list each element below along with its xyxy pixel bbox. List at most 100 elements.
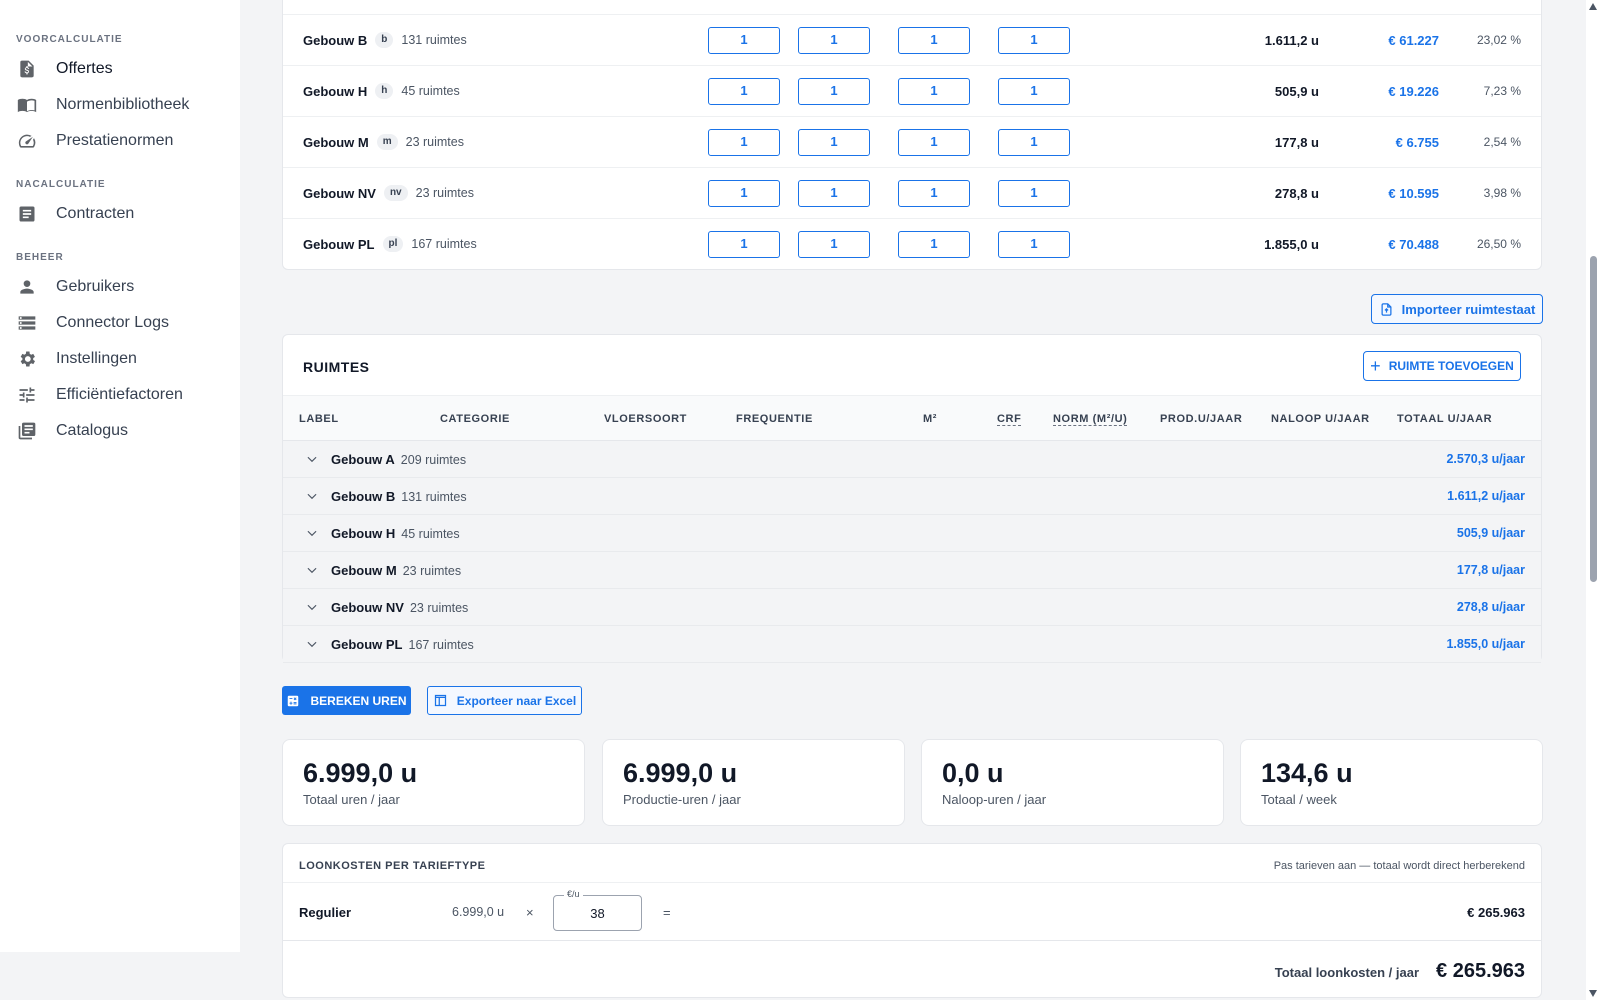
factor-input[interactable]: 1 <box>998 27 1070 54</box>
factor-input[interactable]: 1 <box>898 231 970 258</box>
add-room-label: RUIMTE TOEVOEGEN <box>1388 359 1514 373</box>
building-group-row[interactable]: Gebouw A 209 ruimtes 2.570,3 u/jaar <box>283 441 1541 478</box>
calculate-hours-button[interactable]: BEREKEN UREN <box>282 686 411 715</box>
building-code-badge: m <box>376 134 398 150</box>
column-header-norm[interactable]: NORM (M²/U) <box>1053 413 1128 426</box>
factor-input[interactable]: 1 <box>798 180 870 207</box>
building-percentage: 7,23 % <box>1483 84 1521 98</box>
building-hours: 505,9 u <box>1274 83 1319 99</box>
sidebar-item-catalogus[interactable]: Catalogus <box>0 413 240 449</box>
column-header-label[interactable]: LABEL <box>299 413 339 425</box>
building-hours: 278,8 u <box>1274 185 1319 201</box>
sidebar-item-label: Prestatienormen <box>56 132 174 149</box>
rate-subtotal: € 265.963 <box>1467 905 1525 920</box>
column-header-floor-type[interactable]: VLOERSOORT <box>604 413 687 425</box>
group-total: 177,8 u/jaar <box>1456 563 1525 577</box>
hourly-rate-input[interactable] <box>554 896 641 930</box>
export-excel-button[interactable]: Exporteer naar Excel <box>427 686 582 715</box>
plus-icon: + <box>1370 356 1381 376</box>
chevron-down-icon[interactable] <box>305 526 319 540</box>
building-name: Gebouw Hh 45 ruimtes <box>303 83 460 99</box>
factor-input[interactable]: 1 <box>998 180 1070 207</box>
column-header-category[interactable]: CATEGORIE <box>440 413 510 425</box>
building-code-badge: b <box>375 32 394 48</box>
rooms-card: RUIMTES + RUIMTE TOEVOEGEN LABEL CATEGOR… <box>282 334 1542 663</box>
building-allocation-table: Gebouw Bb 131 ruimtes 1 1 1 1 1.611,2 u €… <box>282 0 1542 270</box>
group-total: 505,9 u/jaar <box>1456 526 1525 540</box>
column-header-follow-up[interactable]: NALOOP U/JAAR <box>1271 413 1370 425</box>
wage-costs-note: Pas tarieven aan — totaal wordt direct h… <box>1273 860 1525 872</box>
hourly-rate-field[interactable]: €/u <box>553 889 642 931</box>
stat-value: 0,0 u <box>942 758 1004 788</box>
factor-input[interactable]: 1 <box>898 180 970 207</box>
column-header-production[interactable]: PROD.U/JAAR <box>1160 413 1242 425</box>
import-room-sheet-button[interactable]: Importeer ruimtestaat <box>1371 294 1543 324</box>
sidebar-item-gebruikers[interactable]: Gebruikers <box>0 269 240 305</box>
building-name: Gebouw PL pl 167 ruimtes <box>303 236 477 252</box>
multiply-sign: × <box>526 905 534 920</box>
group-total: 2.570,3 u/jaar <box>1446 452 1525 466</box>
chevron-down-icon[interactable] <box>305 563 319 577</box>
scroll-down-arrow-icon[interactable] <box>1589 990 1597 997</box>
sidebar-item-normenbibliotheek[interactable]: Normenbibliotheek <box>0 87 240 123</box>
building-cost: € 19.226 <box>1388 83 1439 99</box>
chevron-down-icon[interactable] <box>305 489 319 503</box>
chevron-down-icon[interactable] <box>305 452 319 466</box>
building-hours: 1.855,0 u <box>1264 236 1319 252</box>
rooms-title: RUIMTES <box>303 359 370 375</box>
sidebar-item-connector-logs[interactable]: Connector Logs <box>0 305 240 341</box>
factor-input[interactable]: 1 <box>998 231 1070 258</box>
section-title: VOORCALCULATIE <box>16 34 123 45</box>
factor-input[interactable]: 1 <box>798 231 870 258</box>
scroll-thumb[interactable] <box>1590 256 1597 582</box>
building-group-row[interactable]: Gebouw M 23 ruimtes 177,8 u/jaar <box>283 552 1541 589</box>
table-row: Gebouw Mm 23 ruimtes 1 1 1 1 177,8 u € 6.… <box>283 116 1541 167</box>
factor-input[interactable]: 1 <box>798 78 870 105</box>
factor-input[interactable]: 1 <box>708 180 780 207</box>
factor-input[interactable]: 1 <box>898 129 970 156</box>
stat-label: Naloop-uren / jaar <box>942 792 1047 807</box>
column-header-total[interactable]: TOTAAL U/JAAR <box>1397 413 1492 425</box>
factor-input[interactable]: 1 <box>998 78 1070 105</box>
factor-input[interactable]: 1 <box>708 27 780 54</box>
calculate-hours-label: BEREKEN UREN <box>310 693 407 708</box>
section-title: NACALCULATIE <box>16 179 106 190</box>
building-group-row[interactable]: Gebouw H 45 ruimtes 505,9 u/jaar <box>283 515 1541 552</box>
building-percentage: 26,50 % <box>1476 237 1521 251</box>
sidebar-item-instellingen[interactable]: Instellingen <box>0 341 240 377</box>
building-group-row[interactable]: Gebouw NV 23 ruimtes 278,8 u/jaar <box>283 589 1541 626</box>
factor-input[interactable]: 1 <box>798 129 870 156</box>
building-group-row[interactable]: Gebouw PL 167 ruimtes 1.855,0 u/jaar <box>283 626 1541 663</box>
scroll-up-arrow-icon[interactable] <box>1589 3 1597 10</box>
sliders-icon <box>16 384 38 406</box>
chevron-down-icon[interactable] <box>305 600 319 614</box>
sidebar-item-offertes[interactable]: Offertes <box>0 51 240 87</box>
speedometer-icon <box>16 130 38 152</box>
column-header-frequency[interactable]: FREQUENTIE <box>736 413 813 425</box>
sidebar-item-prestatienormen[interactable]: Prestatienormen <box>0 123 240 159</box>
add-room-button[interactable]: + RUIMTE TOEVOEGEN <box>1363 351 1521 381</box>
factor-input[interactable]: 1 <box>708 231 780 258</box>
factor-input[interactable]: 1 <box>708 129 780 156</box>
factor-input[interactable]: 1 <box>798 27 870 54</box>
building-cost: € 70.488 <box>1388 236 1439 252</box>
column-header-m2[interactable]: M² <box>923 413 937 425</box>
building-group-row[interactable]: Gebouw B 131 ruimtes 1.611,2 u/jaar <box>283 478 1541 515</box>
group-room-count: 45 ruimtes <box>401 527 460 541</box>
page-scrollbar[interactable] <box>1586 0 1600 1000</box>
sidebar-item-efficientiefactoren[interactable]: Efficiëntiefactoren <box>0 377 240 413</box>
stat-value: 134,6 u <box>1261 758 1353 788</box>
group-total: 1.855,0 u/jaar <box>1446 637 1525 651</box>
chevron-down-icon[interactable] <box>305 637 319 651</box>
equals-sign: = <box>663 905 671 920</box>
group-name: Gebouw M 23 ruimtes <box>331 563 462 578</box>
factor-input[interactable]: 1 <box>998 129 1070 156</box>
sidebar-item-label: Normenbibliotheek <box>56 96 190 113</box>
factor-input[interactable]: 1 <box>898 27 970 54</box>
building-code-badge: pl <box>382 236 404 252</box>
factor-input[interactable]: 1 <box>708 78 780 105</box>
column-header-crf[interactable]: CRF <box>997 413 1022 426</box>
sidebar-item-contracten[interactable]: Contracten <box>0 196 240 232</box>
building-cost: € 6.755 <box>1395 134 1439 150</box>
factor-input[interactable]: 1 <box>898 78 970 105</box>
